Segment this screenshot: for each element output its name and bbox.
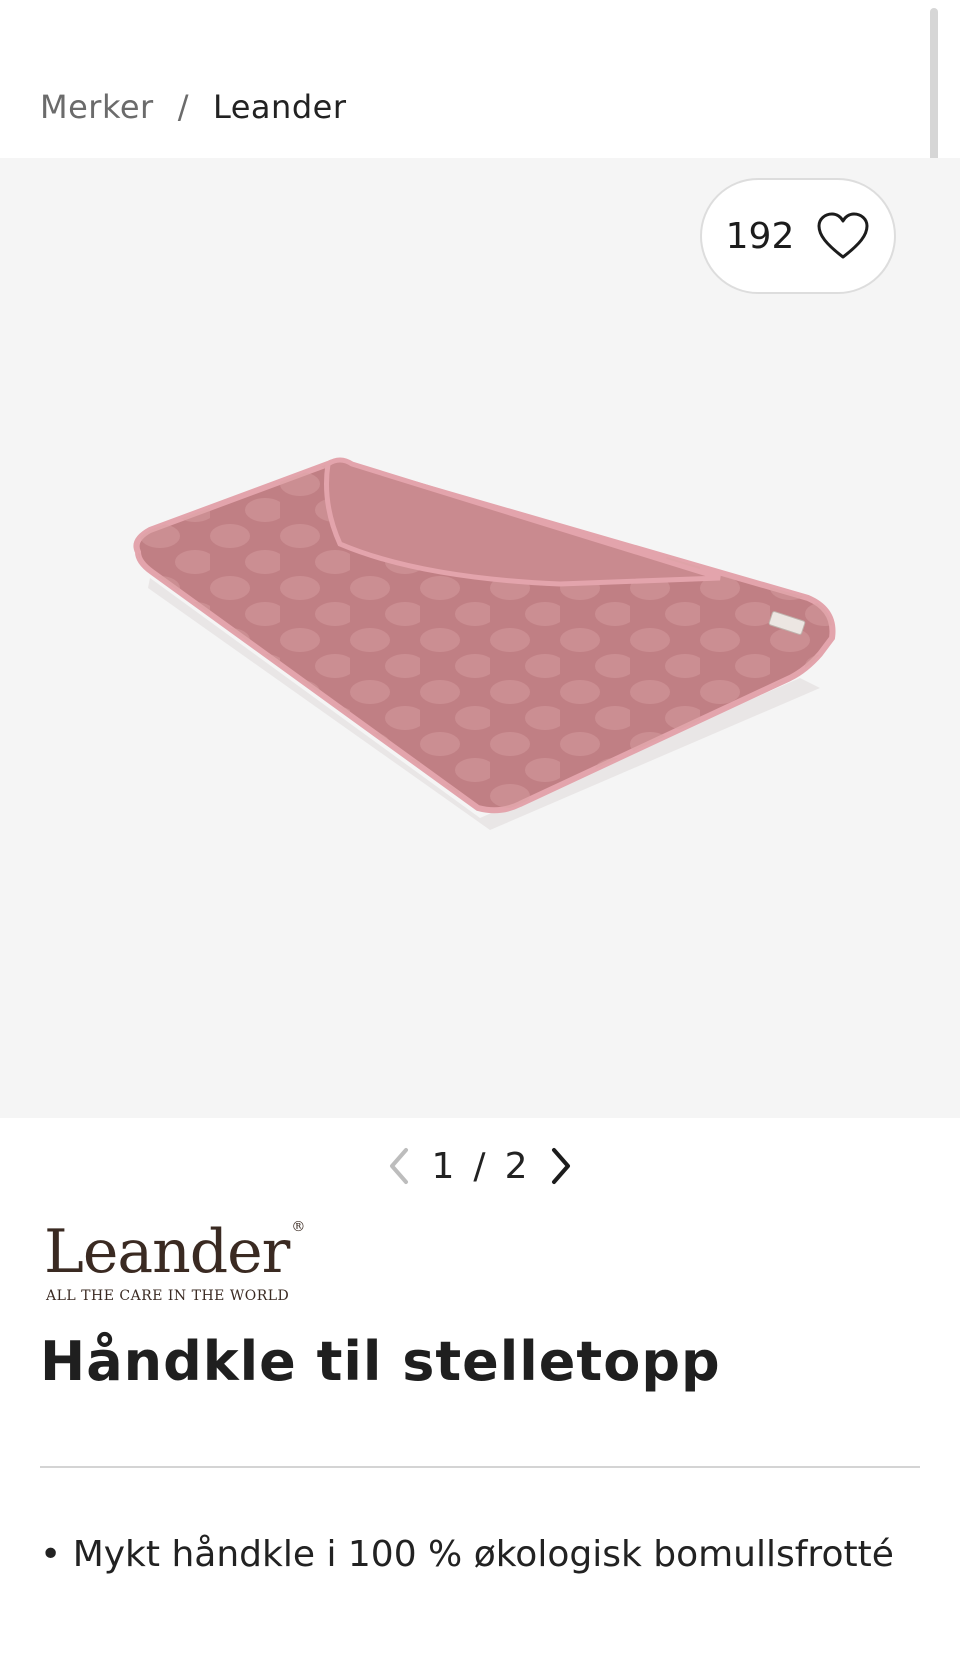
section-divider xyxy=(40,1466,920,1468)
chevron-right-icon xyxy=(552,1148,571,1184)
gallery-pager: 1 / 2 xyxy=(0,1136,960,1196)
brand-logo[interactable]: Leander ® ALL THE CARE IN THE WORLD xyxy=(44,1214,305,1310)
product-title: Håndkle til stelletopp xyxy=(40,1330,721,1393)
previous-image-button[interactable] xyxy=(384,1144,414,1188)
breadcrumb-separator: / xyxy=(177,88,189,126)
feature-item: Mykt håndkle i 100 % økologisk bomullsfr… xyxy=(40,1524,920,1586)
product-features-list: Mykt håndkle i 100 % økologisk bomullsfr… xyxy=(40,1524,920,1586)
product-image xyxy=(133,457,836,830)
registered-mark: ® xyxy=(291,1219,305,1235)
gallery-total: 2 xyxy=(504,1145,529,1187)
heart-icon xyxy=(817,212,869,259)
gallery-current: 1 xyxy=(431,1145,456,1187)
breadcrumb-current[interactable]: Leander xyxy=(213,88,347,126)
gallery-separator: / xyxy=(473,1145,487,1187)
breadcrumb: Merker / Leander xyxy=(40,88,346,126)
product-image-gallery[interactable] xyxy=(0,158,960,1118)
chevron-left-icon xyxy=(389,1148,408,1184)
brand-tagline: ALL THE CARE IN THE WORLD xyxy=(46,1288,290,1304)
favorite-button[interactable]: 192 xyxy=(700,178,896,294)
gallery-position: 1 / 2 xyxy=(432,1146,529,1187)
brand-name: Leander xyxy=(44,1217,290,1287)
breadcrumb-link-merker[interactable]: Merker xyxy=(40,88,154,126)
next-image-button[interactable] xyxy=(546,1144,576,1188)
favorite-count: 192 xyxy=(725,215,795,257)
brand-logo-wordmark: Leander ® xyxy=(44,1219,305,1282)
